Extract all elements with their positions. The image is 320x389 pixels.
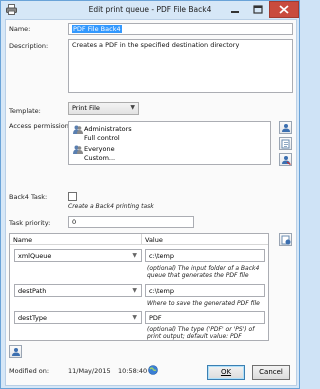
- chevron-down-icon: ▼: [132, 252, 137, 259]
- ok-button[interactable]: OK: [207, 365, 245, 380]
- maximize-button[interactable]: [246, 1, 270, 18]
- template-value: Print File: [72, 104, 100, 112]
- modified-time: 10:58:40: [118, 367, 148, 375]
- description-label: Description:: [9, 42, 49, 50]
- modified-on-label: Modified on:: [9, 367, 50, 375]
- name-field[interactable]: PDF File Back4: [68, 23, 293, 35]
- param-value-field[interactable]: c:\temp: [145, 249, 265, 262]
- back4-task-checkbox[interactable]: [68, 192, 77, 201]
- ok-label: OK: [220, 368, 232, 376]
- permissions-list[interactable]: Administrators Full control Everyone Cus…: [68, 121, 271, 165]
- permission-right: Full control: [84, 134, 120, 142]
- cancel-label: Cancel: [259, 368, 283, 376]
- param-value-field[interactable]: c:\temp: [145, 284, 265, 297]
- template-select[interactable]: Print File ▼: [68, 102, 139, 115]
- remove-user-icon: [282, 156, 291, 165]
- edit-print-queue-window: Edit print queue - PDF File Back4 Name: …: [0, 0, 300, 389]
- add-parameter-icon: [281, 235, 291, 245]
- back4-task-label: Back4 Task:: [9, 193, 48, 201]
- dialog-body: Name: PDF File Back4 Description: Create…: [5, 19, 297, 386]
- add-row-icon: [12, 348, 20, 356]
- chevron-down-icon: ▼: [132, 287, 137, 294]
- modified-date: 11/May/2015: [68, 367, 111, 375]
- edit-permission-button[interactable]: [279, 137, 292, 150]
- name-label: Name:: [9, 25, 31, 33]
- add-permission-button[interactable]: [279, 121, 292, 134]
- parameters-grid: Name Value xmlQueue ▼ c:\temp (optional)…: [9, 233, 269, 341]
- column-header-value[interactable]: Value: [142, 234, 268, 245]
- title-bar[interactable]: Edit print queue - PDF File Back4: [1, 1, 299, 19]
- param-hint: Where to save the generated PDF file: [147, 300, 260, 307]
- edit-icon: [281, 139, 290, 149]
- add-user-icon: [282, 124, 290, 132]
- close-icon: [279, 5, 289, 14]
- maximize-icon: [253, 5, 263, 14]
- task-priority-field[interactable]: 0: [68, 216, 194, 228]
- name-value: PDF File Back4: [72, 25, 122, 33]
- param-name: xmlQueue: [18, 252, 52, 260]
- user-group-icon: [73, 145, 83, 154]
- minimize-button[interactable]: [223, 1, 247, 18]
- chevron-down-icon: ▼: [132, 314, 137, 321]
- param-name-select-xmlqueue[interactable]: xmlQueue ▼: [14, 249, 142, 262]
- add-parameter-button[interactable]: [279, 233, 292, 246]
- permission-right: Custom...: [84, 154, 116, 162]
- param-name-select-desttype[interactable]: destType ▼: [14, 311, 142, 324]
- template-label: Template:: [9, 107, 41, 115]
- param-name: destPath: [18, 287, 47, 295]
- permission-principal: Everyone: [84, 145, 115, 153]
- access-permissions-label: Access permissions:: [9, 122, 75, 130]
- user-group-icon: [73, 125, 83, 134]
- permission-principal: Administrators: [84, 125, 132, 133]
- param-name: destType: [18, 314, 47, 322]
- globe-icon[interactable]: [148, 365, 158, 375]
- param-hint: (optional) The input folder of a Back4 q…: [147, 265, 260, 280]
- add-row-button[interactable]: [9, 345, 22, 358]
- param-value-field[interactable]: PDF: [145, 311, 265, 324]
- minimize-icon: [231, 11, 239, 13]
- back4-task-hint: Create a Back4 printing task: [68, 203, 154, 210]
- remove-permission-button[interactable]: [279, 153, 292, 166]
- param-hint: (optional) The type ('PDF' or 'PS') of p…: [147, 326, 255, 341]
- chevron-down-icon: ▼: [130, 104, 135, 111]
- description-field[interactable]: Creates a PDF in the specified destinati…: [68, 39, 293, 93]
- param-name-select-destpath[interactable]: destPath ▼: [14, 284, 142, 297]
- cancel-button[interactable]: Cancel: [252, 365, 290, 380]
- column-header-name[interactable]: Name: [10, 234, 142, 245]
- task-priority-label: Task priority:: [9, 219, 51, 227]
- close-button[interactable]: [269, 1, 299, 18]
